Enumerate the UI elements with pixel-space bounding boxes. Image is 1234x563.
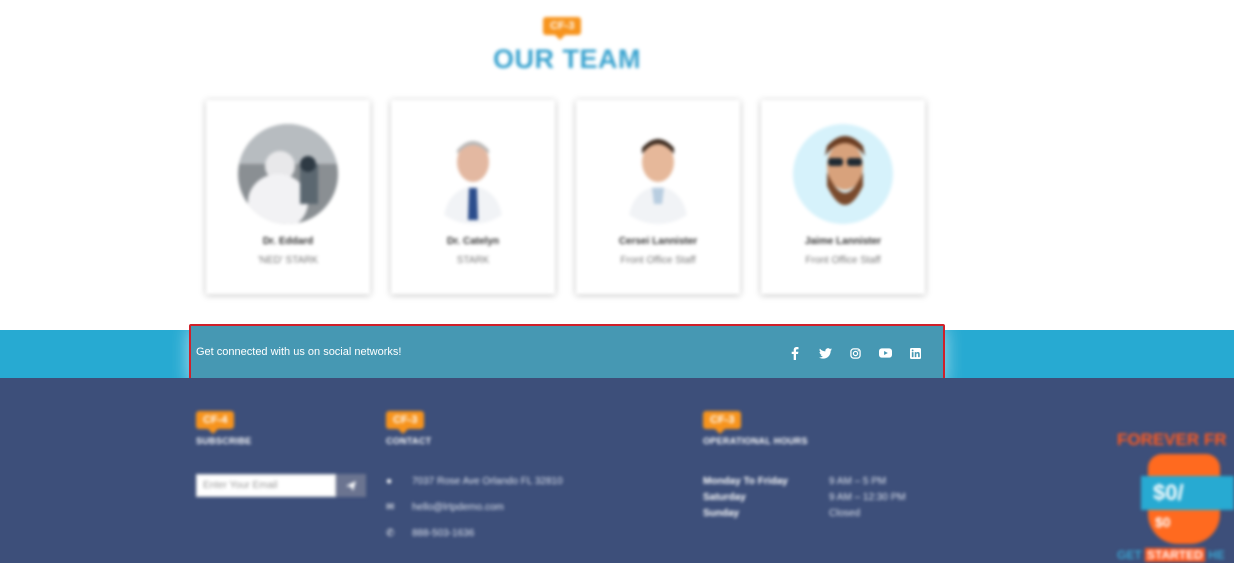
hours-day: Sunday [703,508,740,519]
contact-email[interactable]: hello@lrtpdemo.com [412,502,504,513]
subscribe-badge: CF-4 [196,411,235,434]
team-member-name: Dr. Catelyn [446,236,500,247]
facebook-icon[interactable] [787,346,803,360]
hours-day: Saturday [703,492,746,503]
hours-title: OPERATIONAL HOURS [703,436,808,446]
promo-price: $0/ [1141,476,1234,510]
promo-cta-start: GET [1117,548,1146,562]
team-member-role: Front Office Staff [620,255,696,266]
team-card[interactable]: Cersei Lannister Front Office Staff [576,100,740,294]
email-input[interactable]: Enter Your Email [196,474,336,497]
team-card[interactable]: Jaime Lannister Front Office Staff [761,100,925,294]
promo-setup-price: $0 [1155,514,1171,530]
instagram-icon[interactable] [847,346,863,360]
contact-address: 7037 Rose Ave Orlando FL 32810 [412,476,563,487]
team-photo [423,124,523,224]
contact-phone-row: ✆ 888-503-1636 [386,528,474,539]
team-member-role: STARK [456,255,490,266]
team-section: CF-3 OUR TEAM Dr. Eddard 'NED' STARK Dr.… [0,0,1234,330]
team-member-name: Dr. Eddard [262,236,314,247]
contact-email-row: ✉ hello@lrtpdemo.com [386,502,504,513]
youtube-icon[interactable] [877,346,893,360]
team-photo [608,124,708,224]
hours-time: 9 AM – 12:30 PM [829,492,906,503]
footer: CF-4 SUBSCRIBE Enter Your Email CF-3 CON… [0,378,1234,563]
hours-badge: CF-3 [703,411,742,434]
subscribe-button[interactable] [336,474,366,497]
send-icon [346,480,356,491]
contact-address-row: ● 7037 Rose Ave Orlando FL 32810 [386,476,563,487]
team-member-name: Cersei Lannister [618,236,698,247]
team-member-role: Front Office Staff [805,255,881,266]
hours-time: Closed [829,508,861,519]
promo-cta-end: HE [1204,548,1225,562]
team-member-name: Jaime Lannister [804,236,882,247]
envelope-icon: ✉ [386,502,395,513]
contact-phone[interactable]: 888-503-1636 [412,528,474,539]
contact-badge: CF-3 [386,411,425,434]
social-text: Get connected with us on social networks… [196,346,402,358]
hours-day: Monday To Friday [703,476,788,487]
subscribe-title: SUBSCRIBE [196,436,252,446]
social-icons [787,346,923,360]
promo-cta[interactable]: GET STARTED HE [1117,548,1225,562]
team-badge: CF-3 [543,17,582,40]
team-member-role: 'NED' STARK [257,255,319,266]
promo-cta-highlight: STARTED [1145,548,1205,562]
linkedin-icon[interactable] [907,346,923,360]
hours-time: 9 AM – 5 PM [829,476,887,487]
map-pin-icon: ● [386,476,393,487]
phone-icon: ✆ [386,528,395,539]
team-card[interactable]: Dr. Catelyn STARK [391,100,555,294]
team-title: OUR TEAM [493,44,641,74]
team-photo [793,124,893,224]
twitter-icon[interactable] [817,346,833,360]
contact-title: CONTACT [386,436,432,446]
promo-title: FOREVER FR [1117,430,1227,449]
team-photo [238,124,338,224]
team-card[interactable]: Dr. Eddard 'NED' STARK [206,100,370,294]
social-highlight-box: Get connected with us on social networks… [189,324,945,380]
